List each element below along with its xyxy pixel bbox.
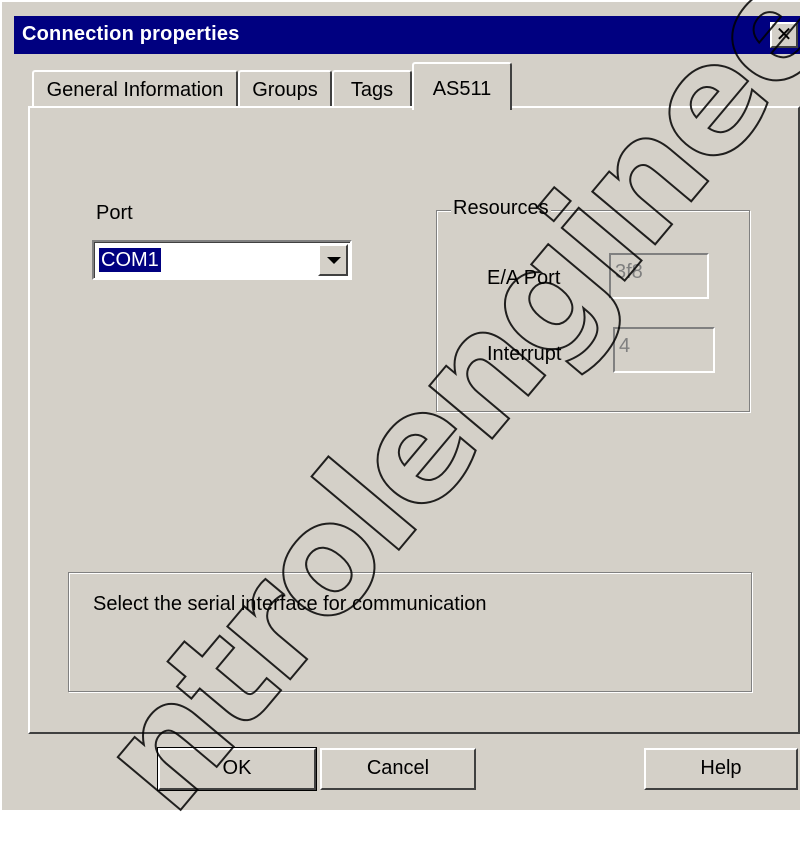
port-label: Port <box>96 202 133 224</box>
ea-port-label: E/A Port <box>487 267 561 289</box>
chevron-down-icon[interactable] <box>318 244 348 276</box>
port-select[interactable]: COM1 <box>92 240 352 280</box>
tab-tags[interactable]: Tags <box>332 70 412 108</box>
tab-groups[interactable]: Groups <box>238 70 332 108</box>
ea-port-field: 3f8 <box>609 253 709 299</box>
tab-general-information[interactable]: General Information <box>32 70 238 108</box>
resources-groupbox: Resources E/A Port 3f8 Interrupt 4 <box>436 197 750 412</box>
cancel-button[interactable]: Cancel <box>320 748 476 790</box>
window-title: Connection properties <box>22 23 240 45</box>
tab-as511[interactable]: AS511 <box>412 62 512 110</box>
dialog-window: Connection properties ✕ General Informat… <box>0 0 800 843</box>
interrupt-field: 4 <box>613 327 715 373</box>
ok-button[interactable]: OK <box>157 747 317 791</box>
title-bar[interactable]: Connection properties ✕ <box>14 16 800 54</box>
help-button[interactable]: Help <box>644 748 798 790</box>
description-text: Select the serial interface for communic… <box>93 593 487 615</box>
description-box: Select the serial interface for communic… <box>68 572 752 692</box>
interrupt-label: Interrupt <box>487 343 562 365</box>
resources-title: Resources <box>451 197 551 220</box>
close-icon[interactable]: ✕ <box>770 22 798 48</box>
port-select-value: COM1 <box>99 248 161 272</box>
tab-panel-as511: Port COM1 Resources E/A Port 3f8 Interru… <box>28 106 800 734</box>
